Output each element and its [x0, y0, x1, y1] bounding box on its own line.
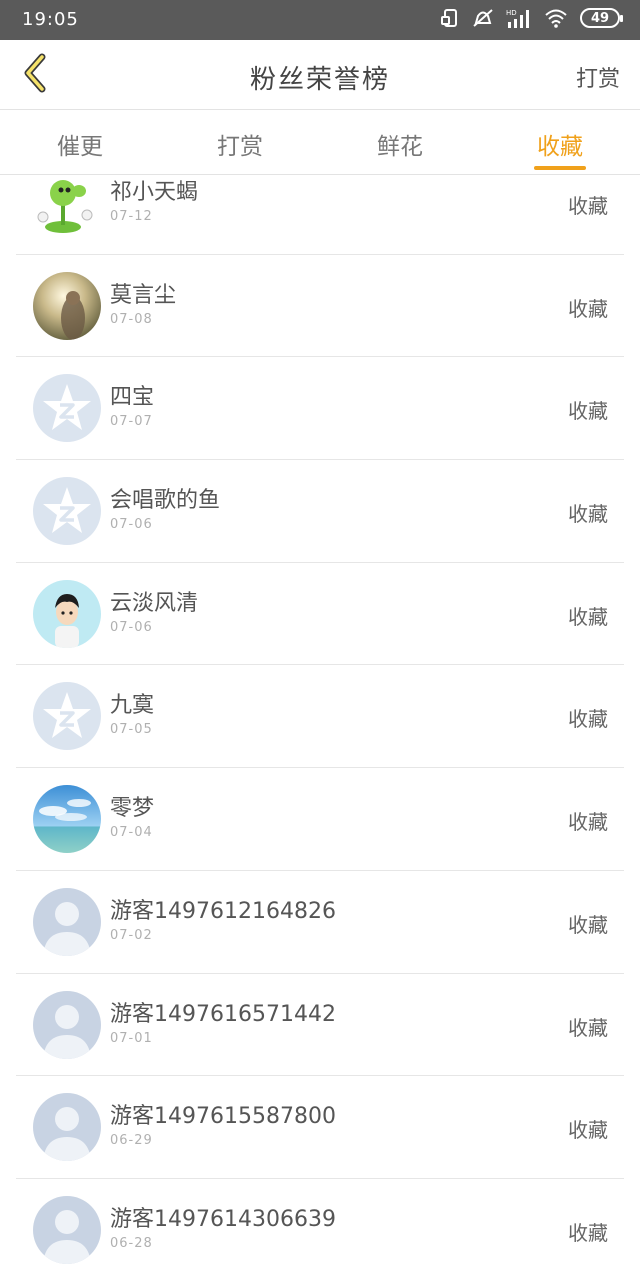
list-item[interactable]: 九寞 07-05 收藏 [16, 665, 624, 769]
user-name: 九寞 [110, 693, 155, 719]
action-label: 收藏 [568, 707, 608, 732]
user-date: 07-01 [110, 1030, 153, 1046]
action-label: 收藏 [568, 604, 608, 629]
list-item[interactable]: 莫言尘 07-08 收藏 [16, 255, 624, 358]
default-user-avatar [33, 887, 101, 956]
tab-label: 鲜花 [377, 134, 423, 160]
action-label: 收藏 [568, 1220, 608, 1245]
status-icons: HD 49 [440, 8, 623, 28]
action-label: 收藏 [568, 194, 608, 218]
user-name: 四宝 [110, 385, 155, 411]
tab-reward[interactable]: 打赏 [160, 111, 320, 174]
sky-sea-avatar [33, 785, 101, 854]
action-label: 收藏 [568, 912, 608, 937]
action-label: 收藏 [568, 1015, 608, 1040]
tab-urge[interactable]: 催更 [0, 111, 160, 174]
tab-flower[interactable]: 鲜花 [320, 111, 480, 174]
user-date: 06-29 [110, 1133, 153, 1149]
user-date: 07-07 [110, 414, 153, 430]
action-label: 收藏 [568, 296, 608, 321]
user-date: 07-04 [110, 825, 153, 841]
tab-bar: 催更 打赏 鲜花 收藏 [0, 111, 640, 175]
reward-button[interactable]: 打赏 [576, 61, 620, 93]
page-title: 粉丝荣誉榜 [249, 65, 390, 95]
user-date: 07-06 [110, 619, 153, 635]
user-date: 06-28 [110, 1235, 153, 1251]
screen-rotate-icon [440, 8, 460, 28]
status-bar: 19:05 HD 49 [0, 0, 640, 40]
svg-text:HD: HD [506, 9, 517, 17]
user-date: 07-05 [110, 722, 153, 738]
action-label: 收藏 [568, 1118, 608, 1143]
action-label: 收藏 [568, 399, 608, 424]
list-item[interactable]: 游客1497614306639 06-28 收藏 [16, 1179, 624, 1280]
user-name: 游客1497616571442 [110, 1001, 336, 1027]
tab-label: 催更 [57, 134, 103, 160]
tab-label: 打赏 [217, 134, 263, 160]
list-item[interactable]: 游客1497612164826 07-02 收藏 [16, 871, 624, 974]
list-item[interactable]: 零梦 07-04 收藏 [16, 768, 624, 871]
user-name: 莫言尘 [110, 282, 177, 308]
action-label: 收藏 [568, 502, 608, 527]
user-name: 游客1497615587800 [110, 1104, 336, 1130]
alarm-off-icon [472, 8, 494, 28]
user-date: 07-08 [110, 311, 153, 327]
list-item[interactable]: 祁小天蝎 07-12 收藏 [16, 176, 624, 255]
tab-favorite[interactable]: 收藏 [480, 111, 640, 174]
cartoon-boy-avatar [33, 579, 101, 648]
list-item[interactable]: 会唱歌的鱼 07-06 收藏 [16, 460, 624, 563]
list-item[interactable]: 四宝 07-07 收藏 [16, 357, 624, 461]
user-date: 07-12 [110, 209, 153, 224]
photo-avatar [33, 271, 101, 340]
user-name: 游客1497612164826 [110, 898, 336, 924]
default-user-avatar [33, 990, 101, 1059]
qzone-star-avatar [33, 477, 101, 546]
wifi-icon [544, 8, 568, 28]
list-item[interactable]: 云淡风清 07-06 收藏 [16, 563, 624, 666]
battery-level: 49 [590, 10, 610, 26]
user-name: 游客1497614306639 [110, 1206, 336, 1232]
status-time: 19:05 [22, 9, 79, 30]
qzone-star-avatar [33, 682, 101, 751]
default-user-avatar [33, 1093, 101, 1162]
fans-list[interactable]: 祁小天蝎 07-12 收藏 莫言尘 07-08 收藏 四宝 07-07 收藏 会… [0, 176, 640, 1280]
user-date: 07-02 [110, 927, 153, 943]
user-date: 07-06 [110, 517, 153, 533]
user-name: 云淡风清 [110, 590, 199, 616]
action-label: 收藏 [568, 810, 608, 835]
nav-bar: 粉丝荣誉榜 打赏 [0, 40, 640, 110]
list-item[interactable]: 游客1497616571442 07-01 收藏 [16, 974, 624, 1077]
user-name: 零梦 [110, 796, 155, 822]
qzone-star-avatar [33, 374, 101, 443]
signal-hd-icon: HD [506, 8, 532, 28]
default-user-avatar [33, 1195, 101, 1264]
list-item[interactable]: 游客1497615587800 06-29 收藏 [16, 1076, 624, 1179]
tab-label: 收藏 [537, 134, 583, 160]
battery-icon: 49 [580, 8, 623, 28]
peashooter-avatar [33, 176, 101, 237]
tab-indicator [534, 166, 586, 170]
user-name: 会唱歌的鱼 [110, 488, 221, 514]
user-name: 祁小天蝎 [110, 180, 199, 205]
